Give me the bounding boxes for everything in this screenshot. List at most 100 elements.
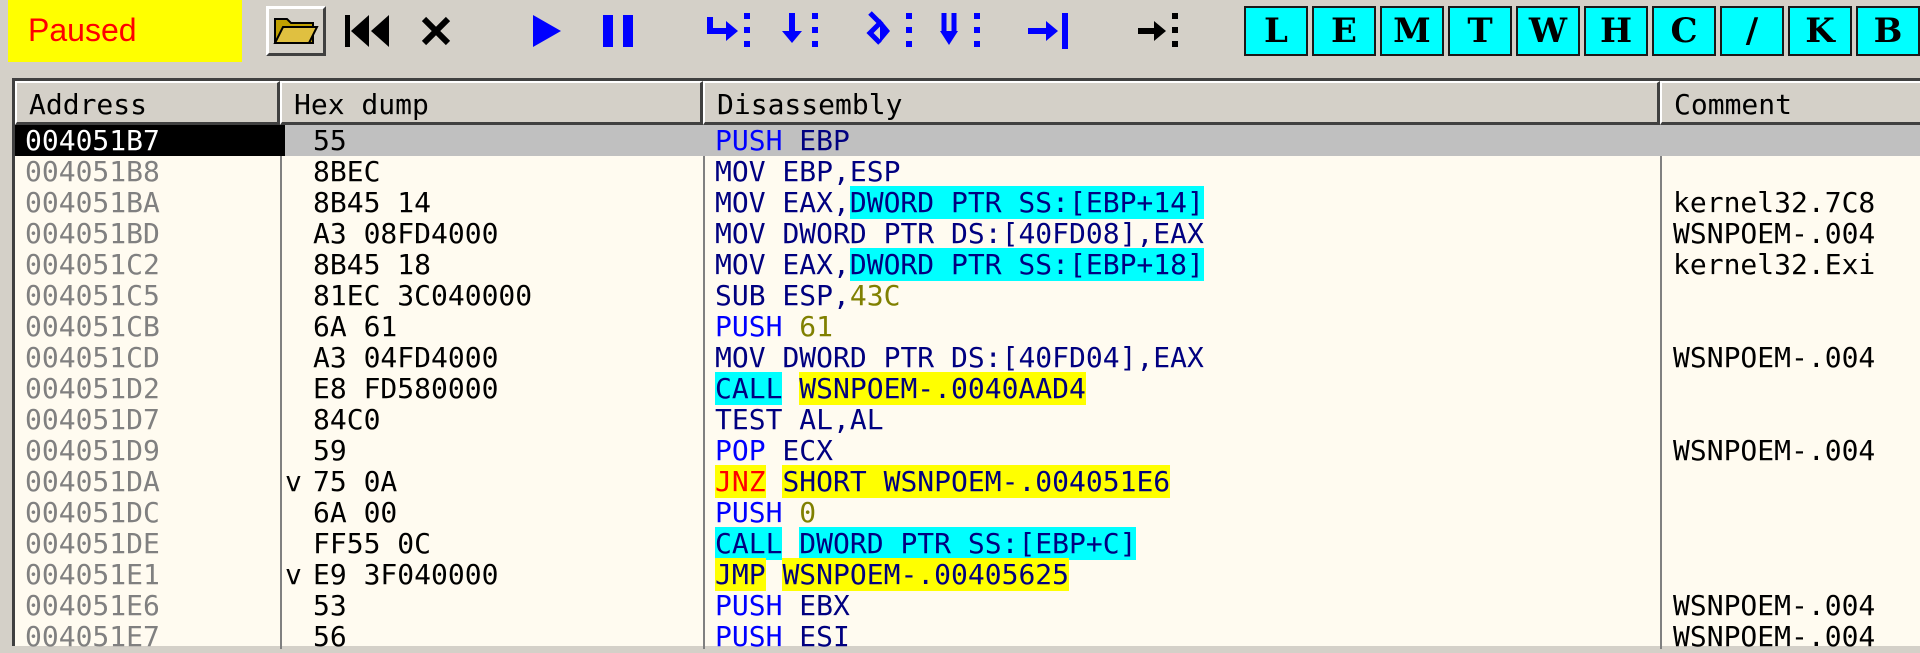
instruction-token: MOV EAX, [715, 248, 850, 281]
comment-cell: WSNPOEM-.004 [1673, 217, 1876, 250]
table-row[interactable]: 004051C2 8B45 18 MOV EAX,DWORD PTR SS:[EBP… [15, 248, 1920, 281]
table-row[interactable]: 004051DE FF55 0C CALL DWORD PTR SS:[EBP+C] [15, 527, 1920, 560]
hex-dump-cell: 53 [313, 589, 347, 622]
comment-cell: WSNPOEM-.004 [1673, 620, 1876, 653]
address-cell: 004051DE [25, 527, 160, 560]
restart-button[interactable] [338, 6, 400, 56]
instruction-token: 0 [799, 496, 817, 529]
table-row[interactable]: 004051DC 6A 00 PUSH 0 [15, 497, 1920, 528]
open-icon [273, 11, 319, 51]
hex-dump-cell: 55 [313, 124, 347, 157]
table-row[interactable]: 004051E6 53 PUSH EBX WSNPOEM-.004 [15, 590, 1920, 621]
instruction-token: WSNPOEM-.00405625 [782, 558, 1070, 591]
hex-dump-cell: 75 0A [313, 465, 398, 498]
instruction-token [782, 496, 799, 529]
table-row[interactable]: 004051B7 55 PUSH EBP [15, 125, 1920, 156]
execute-till-return-button[interactable] [1020, 6, 1076, 56]
instruction-token: MOV [715, 341, 783, 374]
step-over-button[interactable] [772, 6, 828, 56]
table-row[interactable]: 004051E1 v E9 3F040000 JMP WSNPOEM-.0040562… [15, 558, 1920, 591]
hex-dump-cell: A3 04FD4000 [313, 341, 499, 374]
patches-window-button[interactable]: / [1720, 6, 1784, 56]
column-header-hex-dump[interactable]: Hex dump [280, 81, 703, 125]
table-row[interactable]: 004051D9 59 POP ECX WSNPOEM-.004 [15, 435, 1920, 466]
hex-dump-cell: 8B45 18 [313, 248, 432, 281]
instruction-token: WSNPOEM-.0040AAD4 [799, 372, 1086, 405]
column-header-disassembly[interactable]: Disassembly [703, 81, 1660, 125]
instruction-token: PUSH [715, 310, 783, 343]
trace-over-button[interactable] [932, 6, 992, 56]
windows-window-button[interactable]: W [1516, 6, 1580, 56]
execute-till-return-icon [1024, 9, 1072, 53]
address-cell: 004051C2 [25, 248, 160, 281]
cpu-window-button[interactable]: C [1652, 6, 1716, 56]
instruction-token: JNZ [715, 465, 766, 498]
table-row[interactable]: 004051C5 81EC 3C040000 SUB ESP,43C [15, 280, 1920, 311]
trace-over-icon [936, 9, 988, 53]
instruction-token: DWORD PTR SS:[EBP+C] [799, 527, 1137, 560]
hex-dump-cell: A3 08FD4000 [313, 217, 499, 250]
disassembly-cell: JMP WSNPOEM-.00405625 [715, 558, 1070, 591]
instruction-token [766, 558, 783, 591]
open-button[interactable] [266, 6, 326, 56]
address-cell: 004051E1 [25, 558, 160, 591]
instruction-token: SUB ESP, [715, 279, 850, 312]
disassembly-panel[interactable]: Address Hex dump Disassembly Comment 004… [12, 78, 1920, 652]
handles-window-button[interactable]: H [1584, 6, 1648, 56]
table-row[interactable]: 004051D7 84C0 TEST AL,AL [15, 404, 1920, 435]
disassembly-cell: CALL DWORD PTR SS:[EBP+C] [715, 527, 1137, 560]
table-row[interactable]: 004051CD A3 04FD4000 MOV DWORD PTR DS:[40F… [15, 342, 1920, 373]
instruction-token: DWORD PTR SS:[EBP+14] [849, 186, 1204, 219]
run-button[interactable] [522, 6, 572, 56]
hex-dump-cell: 8BEC [313, 155, 381, 188]
instruction-token [782, 527, 799, 560]
trace-into-button[interactable] [862, 6, 922, 56]
pause-button[interactable] [592, 6, 646, 56]
instruction-token: PUSH [715, 620, 783, 653]
disassembly-cell: POP ECX [715, 435, 833, 466]
memory-window-button[interactable]: M [1380, 6, 1444, 56]
instruction-token: SHORT WSNPOEM-.004051E6 [782, 465, 1171, 498]
hex-dump-cell: 59 [313, 434, 347, 467]
address-cell: 004051E6 [25, 589, 160, 622]
column-header-address[interactable]: Address [15, 81, 280, 125]
table-row[interactable]: 004051CB 6A 61 PUSH 61 [15, 311, 1920, 342]
modules-window-button[interactable]: E [1312, 6, 1376, 56]
column-header-comment[interactable]: Comment [1660, 81, 1920, 125]
hex-dump-cell: 84C0 [313, 403, 381, 436]
call-stack-window-button[interactable]: K [1788, 6, 1852, 56]
rewind-icon [343, 11, 395, 51]
instruction-token: MOV [715, 217, 783, 250]
instruction-token: PUSH [715, 496, 783, 529]
instruction-token: DWORD PTR SS:[EBP+18] [849, 248, 1204, 281]
table-row[interactable]: 004051B8 8BEC MOV EBP,ESP [15, 156, 1920, 187]
trace-into-icon [866, 9, 918, 53]
table-row[interactable]: 004051E7 56 PUSH ESI WSNPOEM-.004 [15, 621, 1920, 652]
hex-dump-cell: E9 3F040000 [313, 558, 499, 591]
table-row[interactable]: 004051BA 8B45 14 MOV EAX,DWORD PTR SS:[EBP… [15, 186, 1920, 219]
close-button[interactable] [408, 6, 464, 56]
table-row[interactable]: 004051DA v 75 0A JNZ SHORT WSNPOEM-.004051E… [15, 465, 1920, 498]
instruction-token: TEST AL,AL [715, 403, 884, 436]
instruction-token: ESI [782, 620, 850, 653]
comment-cell: WSNPOEM-.004 [1673, 341, 1876, 374]
disassembly-cell: PUSH EBX [715, 590, 850, 621]
instruction-token: DWORD PTR DS:[40FD08] [782, 217, 1137, 250]
address-cell: 004051E7 [25, 620, 160, 653]
step-into-button[interactable] [702, 6, 758, 56]
go-to-address-button[interactable] [1130, 6, 1186, 56]
disassembly-cell: MOV DWORD PTR DS:[40FD04],EAX [715, 342, 1204, 373]
instruction-token [782, 310, 799, 343]
threads-window-button[interactable]: T [1448, 6, 1512, 56]
hex-dump-cell: 56 [313, 620, 347, 653]
breakpoints-window-button[interactable]: B [1856, 6, 1920, 56]
comment-cell: WSNPOEM-.004 [1673, 434, 1876, 467]
table-row[interactable]: 004051D2 E8 FD580000 CALL WSNPOEM-.0040AAD… [15, 372, 1920, 405]
instruction-token: CALL [715, 527, 783, 560]
instruction-token: PUSH [715, 124, 783, 157]
comment-cell: kernel32.7C8 [1673, 186, 1876, 219]
address-cell: 004051CB [25, 310, 160, 343]
table-row[interactable]: 004051BD A3 08FD4000 MOV DWORD PTR DS:[40F… [15, 218, 1920, 249]
log-window-button[interactable]: L [1244, 6, 1308, 56]
hex-dump-cell: 6A 00 [313, 496, 398, 529]
